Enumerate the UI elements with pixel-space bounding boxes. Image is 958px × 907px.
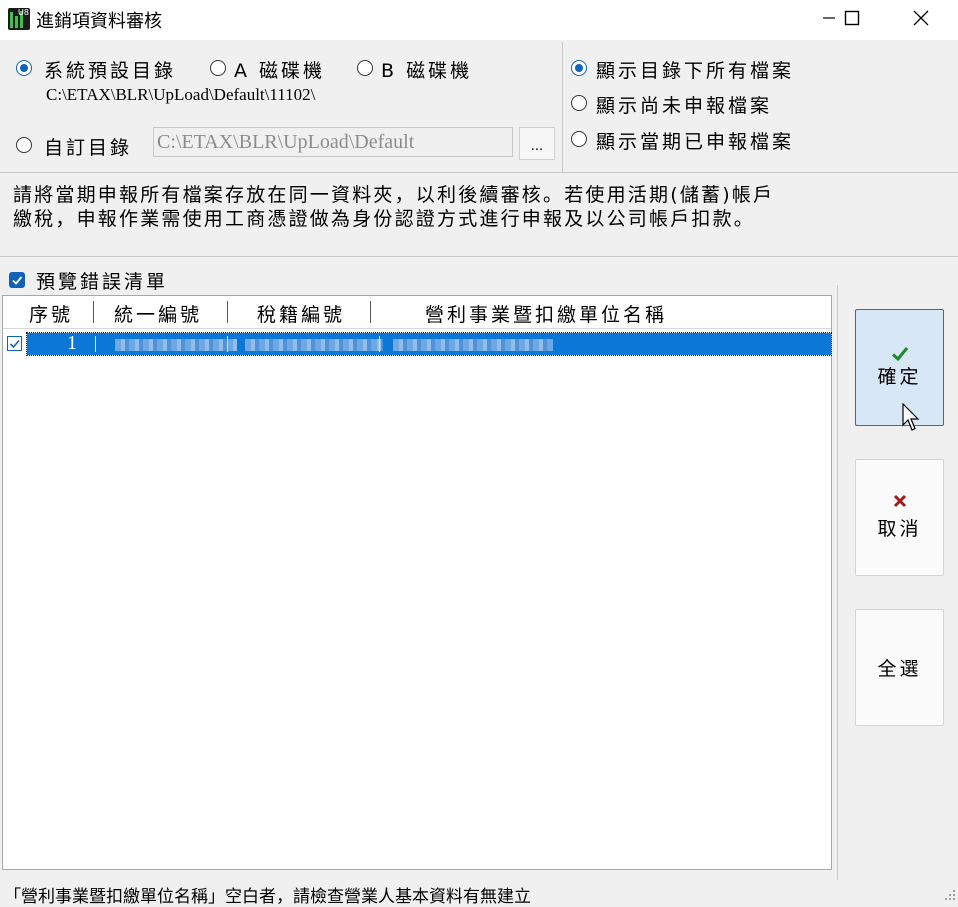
- section-divider: [0, 256, 958, 257]
- default-dir-path: C:\ETAX\BLR\UpLoad\Default\11102\: [46, 85, 316, 104]
- redacted-business-name: [393, 339, 553, 351]
- show-filed-label: 顯示當期已申報檔案: [596, 131, 795, 153]
- drive-b-label: B 磁碟機: [381, 60, 473, 82]
- select-all-button[interactable]: 全選: [855, 609, 944, 726]
- redacted-tax-id: [115, 339, 237, 351]
- mouse-cursor-icon: [902, 403, 920, 431]
- cancel-button-label: 取消: [877, 518, 922, 540]
- column-divider[interactable]: [370, 301, 371, 323]
- column-header-index[interactable]: 序號: [29, 300, 73, 327]
- ok-button[interactable]: 確定: [855, 309, 944, 426]
- redacted-tax-reg-no: [245, 339, 383, 351]
- cell-divider: [95, 336, 96, 352]
- default-dir-radio[interactable]: [16, 60, 32, 76]
- column-divider[interactable]: [227, 301, 228, 323]
- group-divider: [562, 42, 563, 172]
- drive-a-label: A 磁碟機: [234, 60, 326, 82]
- custom-dir-label: 自訂目錄: [44, 137, 133, 159]
- preview-errors-label: 預覽錯誤清單: [36, 271, 169, 293]
- row-checkbox[interactable]: [7, 336, 22, 351]
- show-unfiled-label: 顯示尚未申報檔案: [596, 95, 773, 117]
- column-header-tax-reg-no[interactable]: 稅籍編號: [257, 300, 345, 327]
- section-divider: [0, 172, 958, 173]
- maximize-icon: [844, 10, 860, 26]
- preview-errors-checkbox[interactable]: [9, 272, 25, 288]
- show-filed-radio[interactable]: [571, 131, 587, 147]
- title-bar: U8 進銷項資料審核: [0, 0, 958, 40]
- resize-grip-icon[interactable]: [944, 889, 956, 901]
- cancel-button[interactable]: 取消: [855, 459, 944, 576]
- table-row[interactable]: 1: [3, 332, 832, 356]
- drive-b-radio[interactable]: [357, 60, 373, 76]
- show-all-files-radio[interactable]: [571, 60, 587, 76]
- notice-line-1: 請將當期申報所有檔案存放在同一資料夾，以利後續審核。若使用活期(儲蓄)帳戶: [13, 184, 775, 206]
- window-title: 進銷項資料審核: [36, 11, 162, 32]
- side-divider: [837, 285, 838, 880]
- app-icon: U8: [8, 8, 30, 30]
- cell-divider: [227, 336, 228, 352]
- close-button[interactable]: [898, 0, 944, 36]
- column-header-tax-id[interactable]: 統一編號: [114, 300, 202, 327]
- row-selection: 1: [26, 332, 832, 356]
- check-icon: [9, 339, 20, 349]
- ok-button-label: 確定: [877, 366, 922, 388]
- status-text: 「營利事業暨扣繳單位名稱」空白者，請檢查營業人基本資料有無建立: [4, 887, 531, 907]
- show-all-files-label: 顯示目錄下所有檔案: [596, 60, 795, 82]
- list-header: 序號 統一編號 稅籍編號 營利事業暨扣繳單位名稱: [3, 296, 831, 329]
- file-list[interactable]: 序號 統一編號 稅籍編號 營利事業暨扣繳單位名稱 1: [2, 295, 832, 870]
- browse-button[interactable]: ...: [519, 127, 555, 160]
- drive-a-radio[interactable]: [210, 60, 226, 76]
- custom-dir-input[interactable]: C:\ETAX\BLR\UpLoad\Default: [153, 127, 513, 157]
- close-icon: [913, 10, 929, 26]
- column-divider[interactable]: [93, 301, 94, 323]
- maximize-button[interactable]: [829, 0, 875, 36]
- column-header-business-name[interactable]: 營利事業暨扣繳單位名稱: [425, 300, 667, 327]
- notice-line-2: 繳稅，申報作業需使用工商憑證做為身份認證方式進行申報及以公司帳戶扣款。: [13, 208, 756, 230]
- select-all-button-label: 全選: [877, 658, 922, 680]
- custom-dir-radio[interactable]: [16, 137, 32, 153]
- cell-divider: [379, 336, 380, 352]
- check-icon: [12, 276, 23, 285]
- show-unfiled-radio[interactable]: [571, 95, 587, 111]
- check-icon: [891, 347, 908, 362]
- row-index: 1: [67, 332, 77, 354]
- default-dir-label: 系統預設目錄: [44, 60, 177, 82]
- x-icon: [893, 494, 906, 508]
